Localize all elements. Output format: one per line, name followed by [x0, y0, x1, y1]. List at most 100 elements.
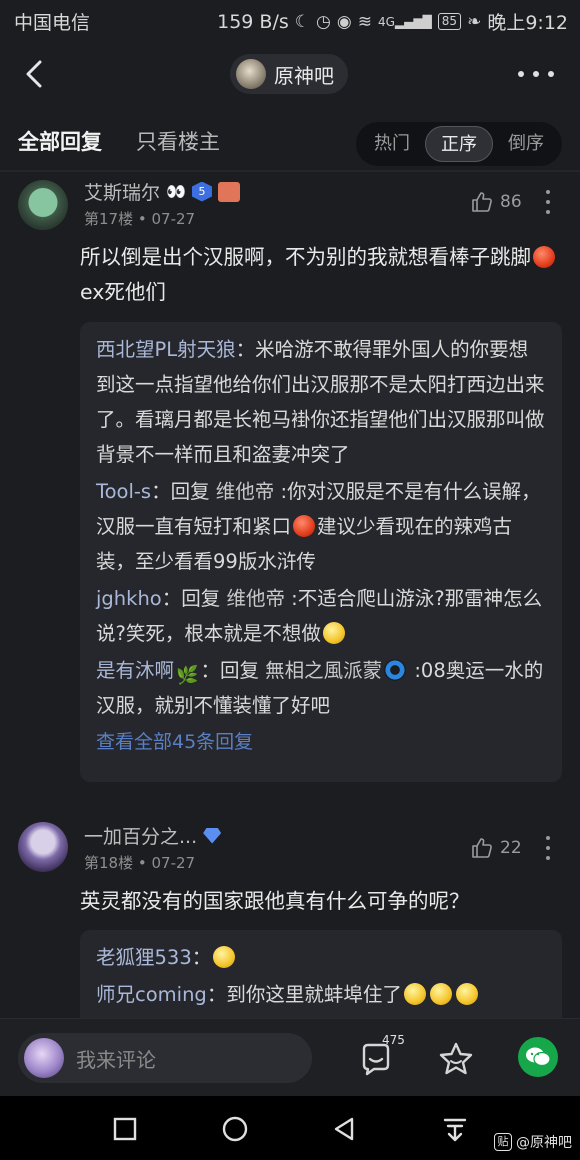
laugh-emoji-icon	[429, 983, 452, 1005]
sort-hot[interactable]: 热门	[360, 126, 424, 162]
username[interactable]: 艾斯瑞尔	[84, 178, 160, 205]
reply-target[interactable]: 维他帝	[216, 480, 275, 503]
my-avatar	[24, 1038, 64, 1078]
smirk-emoji-icon	[322, 622, 345, 644]
eyes-emoji: 👀	[166, 182, 186, 201]
watermark-text: @原神吧	[516, 1135, 572, 1151]
more-icon[interactable]	[518, 62, 554, 86]
reply-text: ：	[191, 946, 212, 969]
reply-author[interactable]: 师兄coming	[96, 983, 207, 1006]
avatar[interactable]	[18, 822, 68, 872]
like-count: 86	[500, 192, 522, 212]
post-text: 所以倒是出个汉服啊，不为别的我就想看棒子跳脚	[80, 245, 531, 269]
tieba-logo-icon: 贴	[494, 1133, 512, 1151]
username[interactable]: 一加百分之...	[84, 822, 197, 849]
view-all-replies-link[interactable]: 查看全部45条回复	[96, 725, 546, 759]
reply-text: ：回复	[161, 587, 227, 610]
reply-item[interactable]: 老狐狸533：	[96, 940, 546, 975]
download-nav-icon[interactable]	[440, 1114, 470, 1144]
laugh-emoji-icon	[455, 983, 478, 1005]
wifi-icon: ≋	[357, 11, 372, 32]
angry-emoji-icon	[293, 515, 316, 537]
system-nav-bar: 贴 @原神吧	[0, 1096, 580, 1160]
post-more-icon[interactable]	[540, 836, 556, 860]
post-item: 艾斯瑞尔 👀 5 第17楼 • 07-27 86 所以倒是出个汉服啊，不为别的我…	[0, 172, 580, 792]
post-item: 一加百分之... 第18楼 • 07-27 22 英灵都没有的国家跟他真有什么可…	[0, 818, 580, 1030]
reply-text: ：回复	[151, 480, 216, 503]
reply-text: ：到你这里就蚌埠住了	[206, 983, 402, 1006]
status-bar: 中国电信 159 B/s ☾ ◷ ◉ ≋ 4G▂▄▆█ 85 ❧ 晚上9:12	[0, 0, 580, 40]
like-icon	[472, 192, 492, 212]
reply-author[interactable]: 西北望PL射天狼	[96, 338, 236, 361]
back-icon[interactable]	[20, 56, 50, 92]
reply-target[interactable]: 维他帝	[226, 587, 285, 610]
reply-author[interactable]: 老狐狸533	[96, 946, 192, 969]
reply-item[interactable]: Tool-s：回复 维他帝 :你对汉服是不是有什么误解，汉服一直有短打和紧口 建议…	[96, 474, 546, 579]
comment-count: 475	[382, 1033, 405, 1047]
like-count: 22	[500, 838, 522, 858]
reply-box: 老狐狸533： 师兄coming：到你这里就蚌埠住了	[80, 930, 562, 1030]
leaf-emoji-icon: 🌿	[176, 665, 199, 686]
post-meta: 第18楼 • 07-27	[84, 852, 195, 873]
watermark: 贴 @原神吧	[494, 1132, 572, 1152]
square-nav-icon[interactable]	[110, 1114, 140, 1144]
post-date: 07-27	[151, 210, 196, 228]
reply-text: ：回复	[200, 659, 266, 682]
eye-icon: ◉	[336, 11, 352, 32]
tab-op-only[interactable]: 只看楼主	[136, 126, 220, 156]
status-right: 159 B/s ☾ ◷ ◉ ≋ 4G▂▄▆█ 85 ❧ 晚上9:12	[217, 8, 568, 35]
like-button[interactable]: 86	[470, 190, 522, 214]
sort-toggle: 热门 正序 倒序	[356, 122, 562, 166]
circle-nav-icon[interactable]	[220, 1114, 250, 1144]
swirl-emoji-icon	[384, 659, 407, 681]
like-icon	[472, 838, 492, 858]
grin-emoji-icon	[213, 946, 236, 968]
meta-dot: •	[137, 854, 152, 872]
reply-author[interactable]: Tool-s	[96, 480, 151, 503]
star-icon[interactable]	[436, 1039, 476, 1079]
like-button[interactable]: 22	[470, 836, 522, 860]
net-type: 4G	[377, 14, 395, 29]
reply-target[interactable]: 無相之風派蒙	[265, 659, 382, 682]
forum-avatar	[236, 59, 266, 89]
post-content: 英灵都没有的国家跟他真有什么可争的呢？	[80, 889, 470, 913]
comment-bar: 我来评论 475	[0, 1018, 580, 1096]
post-date: 07-27	[151, 854, 196, 872]
tab-all-replies[interactable]: 全部回复	[18, 126, 102, 156]
username-row: 一加百分之...	[84, 822, 222, 849]
battery-icon: 85	[437, 13, 462, 30]
member-badge-icon	[217, 181, 240, 202]
sort-ascending[interactable]: 正序	[425, 126, 493, 162]
comment-input[interactable]: 我来评论	[18, 1033, 312, 1083]
floor-number: 第18楼	[84, 854, 134, 872]
level-badge: 5	[191, 181, 212, 202]
alarm-icon: ◷	[316, 11, 331, 32]
app-root: 中国电信 159 B/s ☾ ◷ ◉ ≋ 4G▂▄▆█ 85 ❧ 晚上9:12 …	[0, 0, 580, 1160]
post-content: 所以倒是出个汉服啊，不为别的我就想看棒子跳脚 ex死他们	[80, 240, 560, 310]
forum-pill[interactable]: 原神吧	[230, 54, 348, 94]
reply-item[interactable]: jghkho：回复 维他帝 :不适合爬山游泳?那雷神怎么说?笑死，根本就是不想做	[96, 581, 546, 651]
leaf-icon: ❧	[467, 11, 482, 32]
username-row: 艾斯瑞尔 👀 5	[84, 178, 240, 205]
triangle-nav-icon[interactable]	[330, 1114, 360, 1144]
post-more-icon[interactable]	[540, 190, 556, 214]
comment-placeholder: 我来评论	[76, 1047, 156, 1072]
meta-dot: •	[137, 210, 152, 228]
moon-icon: ☾	[294, 11, 310, 32]
clock: 晚上9:12	[487, 12, 568, 34]
post-text-tail: ex死他们	[80, 280, 166, 304]
reply-item[interactable]: 是有沐啊 🌿 ：回复 無相之風派蒙 :08奥运一水的汉服，就别不懂装懂了好吧	[96, 653, 546, 723]
post-meta: 第17楼 • 07-27	[84, 208, 195, 229]
top-nav: 原神吧	[0, 40, 580, 110]
reply-author[interactable]: 是有沐啊	[96, 659, 174, 682]
reply-item[interactable]: 师兄coming：到你这里就蚌埠住了	[96, 977, 546, 1012]
reply-box: 西北望PL射天狼：米哈游不敢得罪外国人的你要想到这一点指望他给你们出汉服那不是太…	[80, 322, 562, 782]
net-speed: 159 B/s	[217, 10, 289, 33]
reply-author[interactable]: jghkho	[96, 587, 162, 610]
signal-icon: 4G▂▄▆█	[377, 14, 432, 29]
angry-emoji-icon	[533, 246, 555, 268]
wechat-icon[interactable]	[518, 1037, 558, 1077]
avatar[interactable]	[18, 180, 68, 230]
sort-descending[interactable]: 倒序	[494, 126, 558, 162]
reply-item[interactable]: 西北望PL射天狼：米哈游不敢得罪外国人的你要想到这一点指望他给你们出汉服那不是太…	[96, 332, 546, 472]
